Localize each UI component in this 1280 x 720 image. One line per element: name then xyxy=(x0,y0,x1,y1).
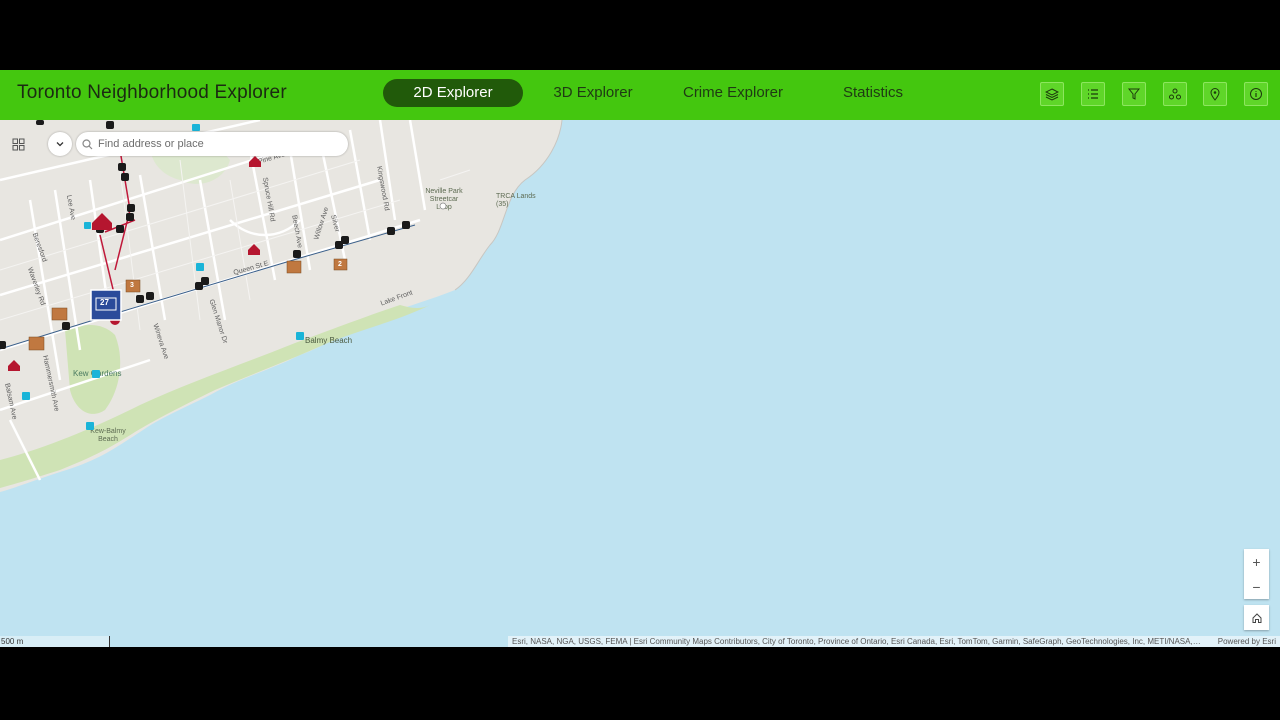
search-box[interactable] xyxy=(76,132,348,156)
filter-icon xyxy=(1127,88,1141,100)
count-badge: 3 xyxy=(130,282,134,289)
zoom-controls: + − xyxy=(1244,549,1269,599)
search-source-dropdown[interactable] xyxy=(48,132,72,156)
legend-list-icon xyxy=(1088,89,1098,99)
legend-button[interactable] xyxy=(1081,82,1105,106)
home-icon xyxy=(1252,612,1261,623)
grid-icon xyxy=(12,138,24,150)
location-button[interactable] xyxy=(1203,82,1227,106)
poi-markers xyxy=(0,120,447,430)
search-input[interactable] xyxy=(98,138,338,150)
location-pin-icon xyxy=(1210,88,1220,101)
filter-button[interactable] xyxy=(1122,82,1146,106)
zoom-out-button[interactable]: − xyxy=(1244,574,1269,599)
layers-button[interactable] xyxy=(1040,82,1064,106)
info-icon xyxy=(1250,88,1262,100)
basemap-gallery-button[interactable] xyxy=(6,132,30,156)
search-icon xyxy=(82,138,93,149)
zoom-in-button[interactable]: + xyxy=(1244,549,1269,574)
toolbar xyxy=(0,82,1280,106)
scale-bar: 500 m xyxy=(0,636,110,647)
attribution-text: Esri, NASA, NGA, USGS, FEMA | Esri Commu… xyxy=(512,637,1202,646)
water-access-icon xyxy=(22,124,304,430)
streetcar-loop-icon xyxy=(439,202,447,210)
map-view[interactable]: Pine Ave Spruce Hill Rd Beech Ave Willow… xyxy=(0,120,1280,647)
app-header: Toronto Neighborhood Explorer 2D Explore… xyxy=(0,70,1280,120)
count-badge: 2 xyxy=(338,261,342,268)
info-button[interactable] xyxy=(1244,82,1268,106)
home-button[interactable] xyxy=(1244,605,1269,630)
app-window: Toronto Neighborhood Explorer 2D Explore… xyxy=(0,70,1280,647)
chevron-down-icon xyxy=(56,142,64,147)
share-button[interactable] xyxy=(1163,82,1187,106)
share-icon xyxy=(1169,88,1181,100)
school-icon xyxy=(8,156,261,371)
count-badge: 27 xyxy=(100,298,109,307)
attribution-bar[interactable]: Esri, NASA, NGA, USGS, FEMA | Esri Commu… xyxy=(508,636,1280,647)
layers-icon xyxy=(1045,88,1059,101)
powered-by-esri[interactable]: Powered by Esri xyxy=(1218,636,1276,647)
